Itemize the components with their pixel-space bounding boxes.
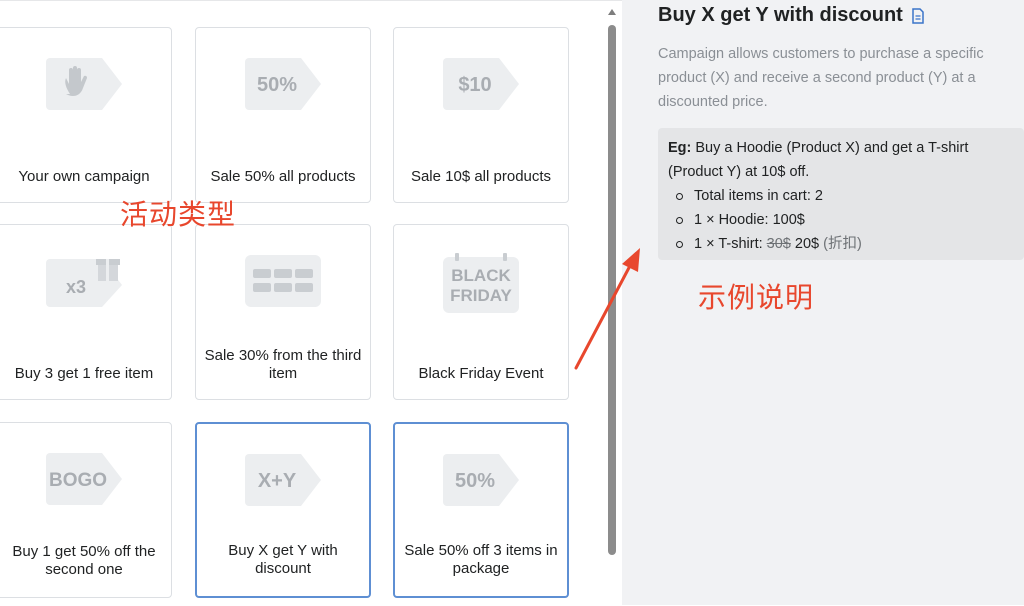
xy-tag-icon: X+Y bbox=[245, 454, 321, 506]
bogo-tag-icon: BOGO bbox=[46, 453, 122, 505]
tag-text: X+Y bbox=[258, 470, 297, 492]
annotation-campaign-types: 活动类型 bbox=[120, 198, 237, 231]
detail-description: Campaign allows customers to purchase a … bbox=[658, 46, 984, 110]
example-item-tshirt-new-price: 20$ bbox=[790, 236, 820, 252]
scroll-up-arrow-icon[interactable] bbox=[608, 9, 616, 15]
detail-title: Buy X get Y with discount bbox=[658, 4, 903, 26]
card-label: Sale 50% off 3 items in package bbox=[404, 542, 558, 577]
campaign-detail-panel: Buy X get Y with discount Campaign allow… bbox=[622, 0, 1024, 605]
card-label: Your own campaign bbox=[18, 168, 150, 185]
card-label: Sale 50% all products bbox=[210, 168, 356, 185]
tag-text: 50% bbox=[257, 74, 297, 96]
example-list: Total items in cart: 2 1 × Hoodie: 100$ … bbox=[674, 184, 1014, 256]
svg-text:FRIDAY: FRIDAY bbox=[450, 286, 512, 305]
card-black-friday[interactable]: BLACK FRIDAY Black Friday Event bbox=[393, 224, 569, 400]
example-item-total: Total items in cart: 2 bbox=[694, 188, 823, 204]
card-sale-10-all[interactable]: $10 Sale 10$ all products bbox=[393, 27, 569, 203]
example-prefix: Eg: bbox=[668, 140, 692, 156]
list-item: Total items in cart: 2 bbox=[674, 184, 1014, 208]
card-sale-50-package[interactable]: 50% Sale 50% off 3 items in package bbox=[393, 422, 569, 598]
example-intro: Buy a Hoodie (Product X) and get a T-shi… bbox=[668, 140, 969, 180]
hand-wave-icon bbox=[46, 58, 122, 110]
gift-icon: x3 bbox=[46, 259, 122, 307]
list-item: 1 × T-shirt: 30$ 20$ (折扣) bbox=[674, 232, 1014, 256]
percent-tag-icon: 50% bbox=[443, 454, 519, 506]
annotation-arrow-icon bbox=[574, 248, 640, 370]
svg-text:BLACK: BLACK bbox=[451, 266, 511, 285]
card-buy-x-get-y[interactable]: X+Y Buy X get Y with discount bbox=[195, 422, 371, 598]
document-icon[interactable] bbox=[911, 7, 925, 24]
grid-icon bbox=[245, 255, 321, 307]
percent-tag-icon: 50% bbox=[245, 58, 321, 110]
card-label: Black Friday Event bbox=[418, 365, 544, 382]
card-buy-3-get-1[interactable]: x3 Buy 3 get 1 free item bbox=[0, 224, 172, 400]
card-label: Sale 30% from the third item bbox=[204, 347, 362, 382]
tag-text: $10 bbox=[458, 74, 491, 96]
card-sale-30-third[interactable]: Sale 30% from the third item bbox=[195, 224, 371, 400]
example-box: Eg: Buy a Hoodie (Product X) and get a T… bbox=[658, 128, 1024, 260]
card-your-own-campaign[interactable]: Your own campaign bbox=[0, 27, 172, 203]
tag-text: 50% bbox=[455, 470, 495, 492]
money-tag-icon: $10 bbox=[443, 58, 519, 110]
list-item: 1 × Hoodie: 100$ bbox=[674, 208, 1014, 232]
card-label: Buy 3 get 1 free item bbox=[14, 365, 154, 382]
tag-text: BOGO bbox=[49, 470, 107, 491]
calendar-icon: BLACK FRIDAY bbox=[443, 253, 519, 313]
card-label: Buy X get Y with discount bbox=[228, 542, 338, 577]
example-item-tshirt-prefix: 1 × T-shirt: bbox=[694, 236, 767, 252]
example-item-hoodie: 1 × Hoodie: 100$ bbox=[694, 212, 805, 228]
example-item-tshirt-note: (折扣) bbox=[819, 236, 862, 252]
card-sale-50-all[interactable]: 50% Sale 50% all products bbox=[195, 27, 371, 203]
card-bogo[interactable]: BOGO Buy 1 get 50% off the second one bbox=[0, 422, 172, 598]
card-label: Buy 1 get 50% off the second one bbox=[12, 543, 156, 578]
tag-text: x3 bbox=[66, 277, 86, 297]
annotation-example-note: 示例说明 bbox=[698, 281, 815, 314]
card-label: Sale 10$ all products bbox=[410, 168, 552, 185]
example-item-tshirt-old-price: 30$ bbox=[766, 236, 791, 252]
campaign-type-grid: Your own campaign 50% Sale 50% all produ… bbox=[0, 0, 622, 605]
